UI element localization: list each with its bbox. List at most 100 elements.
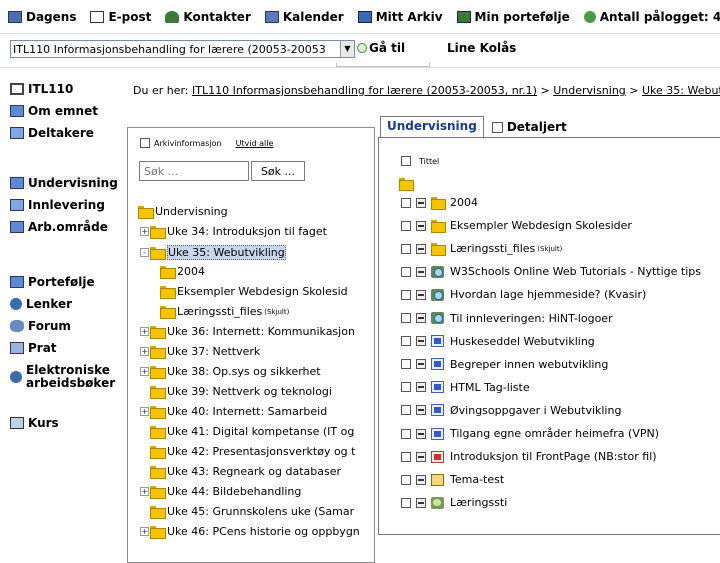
menu-min-portefolje[interactable]: Min portefølje [456, 10, 570, 24]
row-menu-icon[interactable] [416, 243, 426, 254]
tree-node[interactable]: Uke 39: Nettverk og teknologi [140, 385, 332, 399]
nav-deltakere[interactable]: Deltakere [10, 126, 94, 140]
row-checkbox[interactable] [401, 313, 411, 323]
row-menu-icon[interactable] [416, 497, 426, 508]
tree-node[interactable]: Uke 45: Grunnskolens uke (Samar [140, 505, 354, 519]
tree-node[interactable]: Eksempler Webdesign Skolesid [160, 285, 348, 299]
tree-node[interactable]: Undervisning [138, 205, 228, 219]
row-checkbox[interactable] [401, 405, 411, 416]
row-checkbox[interactable] [401, 451, 411, 462]
goto-button[interactable]: Gå til [357, 41, 405, 55]
detaljert-checkbox[interactable] [491, 121, 503, 133]
content-row[interactable]: Eksempler Webdesign Skolesider [401, 219, 632, 233]
tree-node[interactable]: Læringssti_files (Skjult) [160, 305, 289, 319]
menu-dagens[interactable]: Dagens [8, 10, 76, 24]
row-menu-icon[interactable] [416, 428, 426, 439]
row-checkbox[interactable] [401, 359, 411, 370]
row-menu-icon[interactable] [416, 289, 426, 300]
breadcrumb-course-link[interactable]: ITL110 Informasjonsbehandling for lærere… [192, 84, 537, 97]
expand-icon[interactable]: + [140, 407, 149, 416]
content-row[interactable]: Huskeseddel Webutvikling [401, 335, 595, 348]
breadcrumb-section-link[interactable]: Undervisning [553, 84, 626, 97]
nav-elektroniske-arbeidsboker[interactable]: Elektroniske arbeidsbøker [10, 364, 115, 390]
chevron-down-icon[interactable]: ▼ [340, 41, 354, 57]
menu-antall-palogget[interactable]: Antall pålogget: 4 [583, 10, 720, 24]
expand-icon[interactable]: + [140, 227, 149, 236]
content-row[interactable]: Til innleveringen: HiNT-logoer [401, 312, 613, 325]
row-menu-icon[interactable] [416, 382, 426, 393]
content-row[interactable]: Introduksjon til FrontPage (NB:stor fil) [401, 450, 657, 463]
row-menu-icon[interactable] [416, 474, 426, 485]
row-checkbox[interactable] [401, 336, 411, 347]
expand-all-link[interactable]: Utvid alle [236, 139, 274, 148]
expand-icon[interactable]: + [140, 347, 149, 356]
nav-lenker[interactable]: Lenker [10, 297, 72, 311]
tree-node[interactable]: - Uke 35: Webutvikling [140, 245, 286, 260]
row-menu-icon[interactable] [416, 359, 426, 370]
expand-icon[interactable]: + [140, 327, 149, 336]
tree-node[interactable]: + Uke 37: Nettverk [140, 345, 260, 359]
row-menu-icon[interactable] [416, 336, 426, 347]
tree-node[interactable]: 2004 [160, 265, 205, 279]
menu-mitt-arkiv[interactable]: Mitt Arkiv [357, 10, 443, 24]
tree-node[interactable]: Uke 41: Digital kompetanse (IT og [140, 425, 354, 439]
row-menu-icon[interactable] [416, 405, 426, 416]
search-button[interactable]: Søk ... [251, 161, 305, 181]
content-row[interactable]: Tema-test [401, 473, 504, 486]
nav-kurs[interactable]: Kurs [10, 416, 59, 430]
content-row[interactable]: Læringssti [401, 496, 507, 509]
content-row[interactable]: 2004 [401, 196, 478, 210]
content-row[interactable]: Læringssti_files (Skjult) [401, 242, 562, 256]
nav-prat[interactable]: Prat [10, 341, 57, 355]
nav-arb-omrade[interactable]: Arb.område [10, 220, 108, 234]
collapse-icon[interactable]: - [140, 248, 149, 257]
row-checkbox[interactable] [401, 428, 411, 439]
tab-undervisning[interactable]: Undervisning [380, 116, 484, 138]
row-menu-icon[interactable] [416, 313, 426, 323]
menu-kontakter[interactable]: Kontakter [165, 10, 251, 24]
tree-node[interactable]: + Uke 38: Op.sys og sikkerhet [140, 365, 321, 379]
row-menu-icon[interactable] [416, 220, 426, 231]
content-row[interactable]: Hvordan lage hjemmeside? (Kvasir) [401, 288, 646, 301]
row-checkbox[interactable] [401, 289, 411, 300]
row-checkbox[interactable] [401, 243, 411, 254]
nav-innlevering[interactable]: Innlevering [10, 198, 105, 212]
nav-portefolje[interactable]: Portefølje [10, 275, 95, 289]
content-row[interactable]: W3Schools Online Web Tutorials - Nyttige… [401, 265, 701, 278]
tree-node[interactable]: + Uke 36: Internett: Kommunikasjon [140, 325, 355, 339]
course-select[interactable]: ITL110 Informasjonsbehandling for lærere… [10, 40, 355, 58]
row-menu-icon[interactable] [416, 451, 426, 462]
nav-om-emnet[interactable]: Om emnet [10, 104, 98, 118]
row-checkbox[interactable] [401, 497, 411, 508]
row-checkbox[interactable] [401, 474, 411, 485]
expand-icon[interactable]: + [140, 367, 149, 376]
row-checkbox[interactable] [401, 220, 411, 231]
menu-epost[interactable]: E-post [90, 10, 151, 24]
tree-node[interactable]: + Uke 44: Bildebehandling [140, 485, 301, 499]
expand-icon[interactable]: + [140, 487, 149, 496]
content-row[interactable]: Tilgang egne områder heimefra (VPN) [401, 427, 659, 440]
content-row[interactable]: Begreper innen webutvikling [401, 358, 608, 371]
tree-node[interactable]: + Uke 34: Introduksjon til faget [140, 225, 327, 239]
row-menu-icon[interactable] [416, 266, 426, 277]
archive-info-checkbox[interactable] [140, 138, 150, 148]
nav-itl110[interactable]: ITL110 [10, 82, 73, 96]
row-checkbox[interactable] [401, 197, 411, 208]
nav-forum[interactable]: Forum [10, 319, 71, 333]
tree-node[interactable]: + Uke 46: PCens historie og oppbygn [140, 525, 360, 539]
tab-detaljert[interactable]: Detaljert [484, 116, 575, 138]
content-row[interactable]: HTML Tag-liste [401, 381, 530, 394]
row-checkbox[interactable] [401, 382, 411, 393]
folder-up-icon[interactable] [399, 178, 414, 191]
search-input[interactable] [139, 161, 249, 181]
row-checkbox[interactable] [401, 266, 411, 277]
breadcrumb-current-link[interactable]: Uke 35: Webutvikling [642, 84, 720, 97]
row-menu-icon[interactable] [416, 197, 426, 208]
tree-node[interactable]: Uke 42: Presentasjonsverktøy og t [140, 445, 355, 459]
select-all-checkbox[interactable] [401, 156, 411, 166]
menu-kalender[interactable]: Kalender [264, 10, 344, 24]
nav-undervisning[interactable]: Undervisning [10, 176, 118, 190]
tree-node[interactable]: + Uke 40: Internett: Samarbeid [140, 405, 327, 419]
tree-node[interactable]: Uke 43: Regneark og databaser [140, 465, 341, 479]
expand-icon[interactable]: + [140, 527, 149, 536]
